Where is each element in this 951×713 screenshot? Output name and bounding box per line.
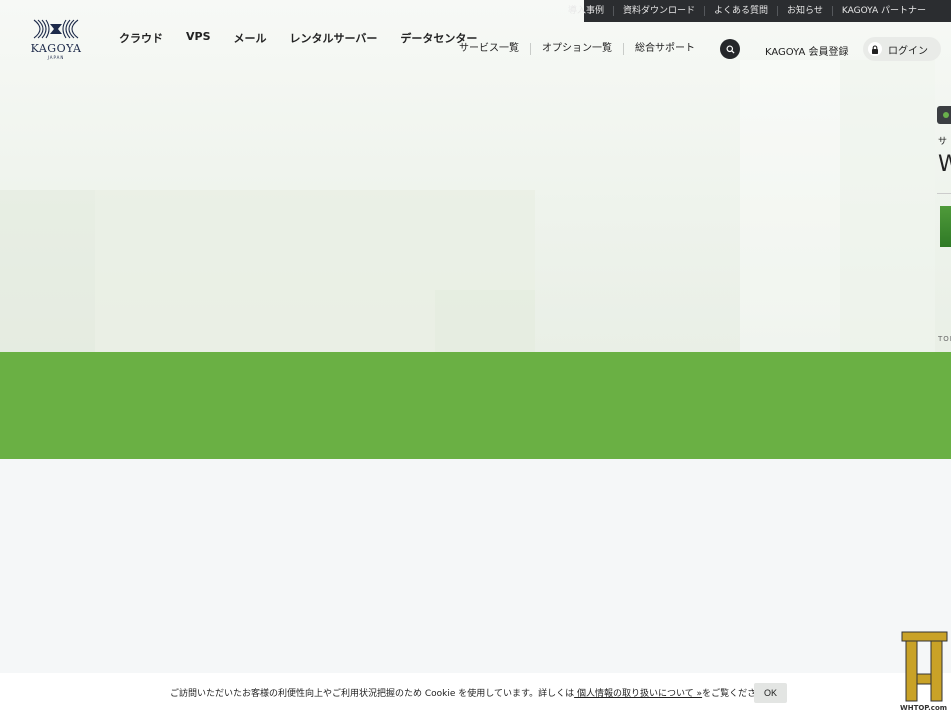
lock-icon — [868, 42, 882, 56]
nav-item-vps[interactable]: VPS — [186, 30, 211, 46]
util-link-case-studies[interactable]: 導入事例 — [559, 6, 613, 16]
nav-item-service-list[interactable]: サービス一覧 — [459, 43, 530, 55]
side-panel-thumbnail[interactable] — [940, 206, 951, 247]
logo-wordmark: KAGOYA — [30, 42, 82, 55]
status-pill — [937, 106, 951, 124]
nav-item-rental-server[interactable]: レンタルサーバー — [290, 30, 378, 46]
status-dot-icon — [943, 112, 949, 118]
main-nav: クラウド VPS メール レンタルサーバー データセンター — [119, 30, 500, 46]
hero-shape — [435, 290, 535, 352]
nav-item-support[interactable]: 総合サポート — [623, 43, 706, 55]
watermark-text: WHTOP.com — [900, 704, 948, 712]
secondary-nav: サービス一覧 オプション一覧 総合サポート — [459, 43, 706, 55]
cookie-ok-button[interactable]: OK — [754, 683, 787, 703]
green-band — [0, 352, 951, 459]
logo-mark-icon — [33, 19, 79, 39]
login-button[interactable]: ログイン — [863, 37, 941, 61]
util-link-faq[interactable]: よくある質問 — [704, 6, 777, 16]
hero-shape — [740, 60, 840, 352]
cookie-text-before: ご訪問いただいたお客様の利便性向上やご利用状況把握のため Cookie を使用し… — [170, 689, 575, 699]
side-panel-label: サ — [938, 137, 948, 147]
utility-nav: 導入事例 資料ダウンロード よくある質問 お知らせ KAGOYA パートナー — [568, 0, 951, 22]
logo-subtext: JAPAN — [47, 55, 65, 60]
hero-shape — [840, 60, 935, 352]
login-label: ログイン — [888, 45, 928, 57]
cookie-banner: ご訪問いただいたお客様の利便性向上やご利用状況把握のため Cookie を使用し… — [0, 673, 951, 713]
breadcrumb[interactable]: TOP — [938, 335, 951, 343]
util-link-news[interactable]: お知らせ — [777, 6, 832, 16]
watermark-logo: WHTOP.com — [898, 630, 951, 713]
privacy-policy-link[interactable]: 個人情報の取り扱いについて » — [574, 689, 702, 699]
search-icon — [725, 44, 735, 54]
side-panel-title: W — [938, 152, 951, 177]
watermark-icon — [901, 631, 948, 702]
side-panel-divider — [937, 193, 951, 194]
search-button[interactable] — [720, 39, 740, 59]
nav-item-mail[interactable]: メール — [234, 30, 267, 46]
util-link-partner[interactable]: KAGOYA パートナー — [831, 6, 935, 16]
cookie-message: ご訪問いただいたお客様の利便性向上やご利用状況把握のため Cookie を使用し… — [170, 686, 774, 699]
util-link-downloads[interactable]: 資料ダウンロード — [613, 6, 704, 16]
site-logo[interactable]: KAGOYA JAPAN — [24, 18, 88, 62]
nav-item-option-list[interactable]: オプション一覧 — [530, 43, 623, 55]
nav-item-cloud[interactable]: クラウド — [119, 30, 163, 46]
member-register-link[interactable]: KAGOYA 会員登録 — [765, 43, 848, 58]
